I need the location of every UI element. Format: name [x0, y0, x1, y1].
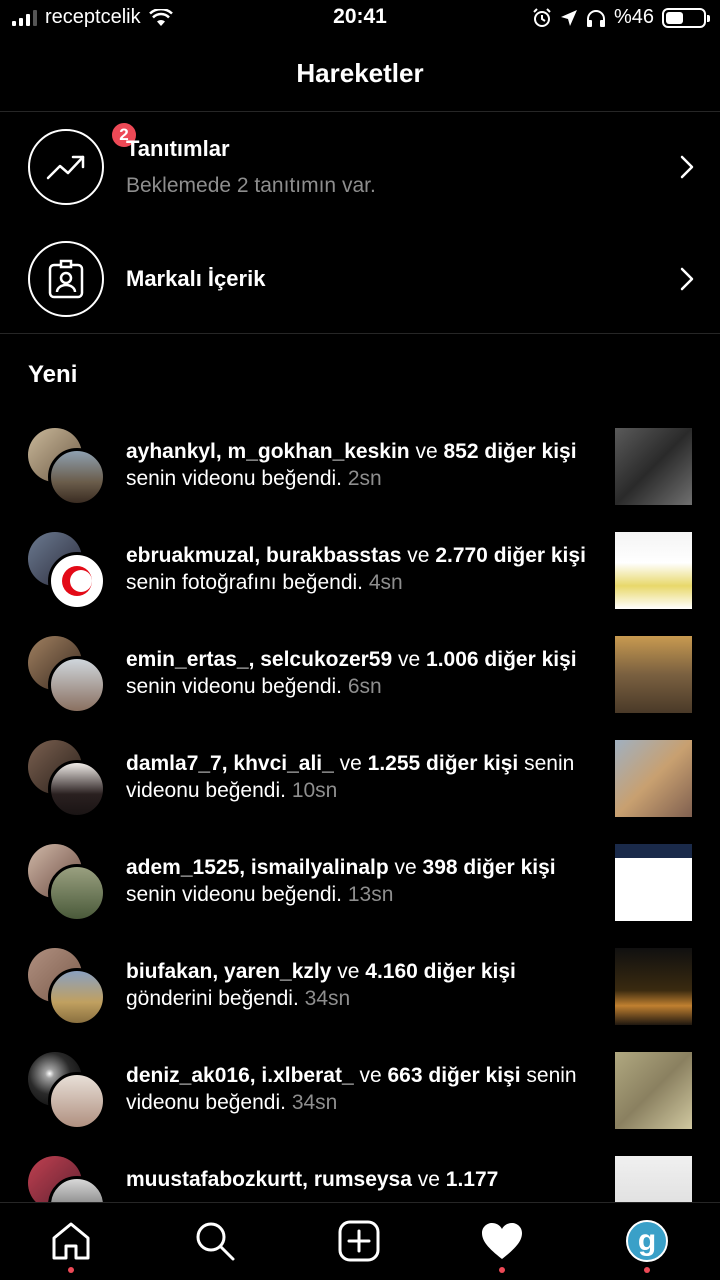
post-thumbnail[interactable] — [615, 1156, 692, 1202]
battery-icon — [662, 7, 710, 28]
avatar[interactable] — [48, 656, 106, 714]
heart-icon — [482, 1223, 522, 1259]
avatar[interactable] — [48, 760, 106, 818]
branded-content-icon — [28, 241, 104, 317]
list-item[interactable]: deniz_ak016, i.xlberat_ ve 663 diğer kiş… — [0, 1052, 720, 1156]
activity-text: damla7_7, khvci_ali_ ve 1.255 diğer kişi… — [126, 752, 575, 802]
promotions-title: Tanıtımlar — [126, 136, 230, 161]
activity-text: ebruakmuzal, burakbasstas ve 2.770 diğer… — [126, 544, 586, 594]
nav-home[interactable] — [49, 1219, 93, 1273]
status-right: %46 — [532, 6, 710, 29]
branded-content-row[interactable]: Markalı İçerik — [0, 224, 720, 334]
nav-activity[interactable] — [480, 1219, 524, 1273]
post-thumbnail[interactable] — [615, 532, 692, 609]
branded-content-title: Markalı İçerik — [126, 266, 266, 291]
avatar[interactable] — [48, 552, 106, 610]
branded-content-text: Markalı İçerik — [126, 266, 265, 292]
avatar[interactable] — [48, 1072, 106, 1130]
notification-dot — [499, 1267, 505, 1273]
list-item[interactable]: biufakan, yaren_kzly ve 4.160 diğer kişi… — [0, 948, 720, 1052]
promotions-row[interactable]: 2 Tanıtımlar Beklemede 2 tanıtımın var. — [0, 112, 720, 222]
alarm-icon — [533, 7, 551, 27]
promotions-icon: 2 — [28, 121, 138, 205]
chevron-right-icon — [680, 267, 694, 291]
list-item[interactable]: adem_1525, ismailyalinalp ve 398 diğer k… — [0, 844, 720, 948]
nav-search[interactable] — [193, 1219, 237, 1263]
trending-up-icon — [46, 155, 85, 180]
section-title: Yeni — [28, 361, 78, 388]
activity-text: muustafabozkurtt, rumseysa ve 1.177 — [126, 1168, 499, 1191]
activity-list[interactable]: ayhankyl, m_gokhan_keskin ve 852 diğer k… — [0, 420, 720, 1202]
list-item[interactable]: emin_ertas_, selcukozer59 ve 1.006 diğer… — [0, 636, 720, 740]
activity-text: adem_1525, ismailyalinalp ve 398 diğer k… — [126, 856, 556, 906]
add-icon — [338, 1220, 380, 1262]
crescent-star-icon — [62, 566, 92, 596]
location-icon — [560, 9, 577, 26]
post-thumbnail[interactable] — [615, 844, 692, 921]
profile-avatar: g — [626, 1220, 668, 1262]
search-icon — [196, 1222, 235, 1261]
activity-text: emin_ertas_, selcukozer59 ve 1.006 diğer… — [126, 648, 577, 698]
list-item[interactable]: ebruakmuzal, burakbasstas ve 2.770 diğer… — [0, 532, 720, 636]
avatar[interactable] — [48, 448, 106, 506]
list-item[interactable]: damla7_7, khvci_ali_ ve 1.255 diğer kişi… — [0, 740, 720, 844]
page-title: Hareketler — [296, 58, 424, 88]
post-thumbnail[interactable] — [615, 740, 692, 817]
notification-dot — [644, 1267, 650, 1273]
post-thumbnail[interactable] — [615, 948, 692, 1025]
chevron-right-icon — [680, 155, 694, 179]
list-item[interactable]: ayhankyl, m_gokhan_keskin ve 852 diğer k… — [0, 428, 720, 532]
notification-dot — [68, 1267, 74, 1273]
list-item[interactable]: muustafabozkurtt, rumseysa ve 1.177 — [0, 1156, 720, 1202]
avatar[interactable] — [48, 864, 106, 922]
post-thumbnail[interactable] — [615, 636, 692, 713]
activity-text: biufakan, yaren_kzly ve 4.160 diğer kişi… — [126, 960, 516, 1010]
activity-text: ayhankyl, m_gokhan_keskin ve 852 diğer k… — [126, 440, 577, 490]
divider — [0, 333, 720, 334]
nav-add[interactable] — [337, 1219, 381, 1263]
headphones-icon — [586, 9, 605, 27]
bottom-nav: g — [0, 1202, 720, 1280]
header: Hareketler — [0, 36, 720, 112]
promotions-subtitle: Beklemede 2 tanıtımın var. — [126, 174, 376, 197]
id-card-icon — [48, 259, 84, 299]
battery-fill — [666, 11, 683, 24]
nav-profile[interactable]: g — [625, 1219, 669, 1273]
promotions-text: Tanıtımlar Beklemede 2 tanıtımın var. — [126, 136, 376, 198]
avatar[interactable] — [48, 968, 106, 1026]
status-bar: receptcelik 20:41 %46 — [0, 0, 720, 36]
activity-text: deniz_ak016, i.xlberat_ ve 663 diğer kiş… — [126, 1064, 577, 1114]
post-thumbnail[interactable] — [615, 1052, 692, 1129]
post-thumbnail[interactable] — [615, 428, 692, 505]
battery-percent: %46 — [613, 6, 654, 28]
home-icon — [52, 1222, 90, 1260]
